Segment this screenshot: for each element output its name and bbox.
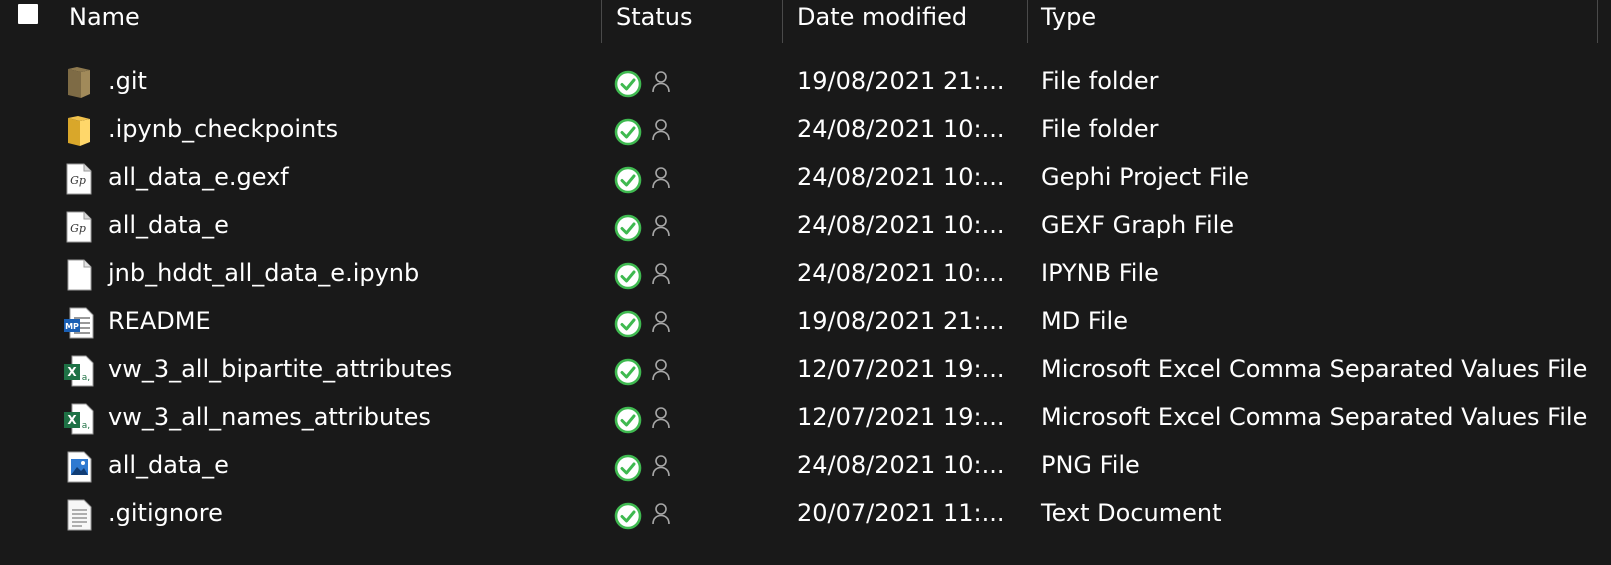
file-name[interactable]: README <box>108 306 211 336</box>
file-row[interactable]: all_data_e 24/08/2021 10:... PNG File <box>0 444 1611 492</box>
text-file-icon <box>64 498 94 532</box>
date-modified: 19/08/2021 21:... <box>797 67 1005 95</box>
file-name[interactable]: .git <box>108 66 147 96</box>
sync-status-icon <box>614 70 642 98</box>
svg-text:MP: MP <box>65 322 79 331</box>
sync-status-icon <box>614 166 642 194</box>
date-modified: 24/08/2021 10:... <box>797 163 1005 191</box>
markdown-file-icon: MP <box>64 306 94 340</box>
date-modified: 20/07/2021 11:... <box>797 499 1005 527</box>
column-header-type[interactable]: Type <box>1041 2 1096 32</box>
file-name[interactable]: .gitignore <box>108 498 223 528</box>
file-list: .git 19/08/2021 21:... File folder .ipyn… <box>0 60 1611 540</box>
file-row[interactable]: a, X vw_3_all_names_attributes 12/07/2021… <box>0 396 1611 444</box>
sync-status-icon <box>614 502 642 530</box>
folder-icon <box>64 114 94 148</box>
date-modified: 24/08/2021 10:... <box>797 211 1005 239</box>
shared-person-icon <box>650 166 672 190</box>
file-type: IPYNB File <box>1041 259 1159 287</box>
date-modified: 19/08/2021 21:... <box>797 307 1005 335</box>
shared-person-icon <box>650 454 672 478</box>
file-type: Microsoft Excel Comma Separated Values F… <box>1041 355 1588 383</box>
sync-status-icon <box>614 406 642 434</box>
date-modified: 12/07/2021 19:... <box>797 403 1005 431</box>
file-row[interactable]: .git 19/08/2021 21:... File folder <box>0 60 1611 108</box>
sync-status-icon <box>614 214 642 242</box>
date-modified: 24/08/2021 10:... <box>797 451 1005 479</box>
svg-text:a,: a, <box>82 421 90 431</box>
excel-csv-icon: a, X <box>64 402 94 436</box>
file-type: Microsoft Excel Comma Separated Values F… <box>1041 403 1588 431</box>
column-header-status[interactable]: Status <box>616 2 692 32</box>
file-row[interactable]: Gp all_data_e.gexf 24/08/2021 10:... Gep… <box>0 156 1611 204</box>
column-header-name[interactable]: Name <box>69 2 140 32</box>
file-name[interactable]: vw_3_all_names_attributes <box>108 402 431 432</box>
file-name[interactable]: .ipynb_checkpoints <box>108 114 338 144</box>
svg-text:X: X <box>67 365 77 379</box>
file-type: File folder <box>1041 67 1159 95</box>
date-modified: 24/08/2021 10:... <box>797 115 1005 143</box>
file-type: PNG File <box>1041 451 1140 479</box>
file-row[interactable]: .ipynb_checkpoints 24/08/2021 10:... Fil… <box>0 108 1611 156</box>
column-header-date-modified[interactable]: Date modified <box>797 2 967 32</box>
sync-status-icon <box>614 118 642 146</box>
file-type: Gephi Project File <box>1041 163 1250 191</box>
file-type: MD File <box>1041 307 1128 335</box>
svg-text:Gp: Gp <box>70 222 86 235</box>
column-header-bar: Name Status Date modified Type <box>0 0 1611 43</box>
excel-csv-icon: a, X <box>64 354 94 388</box>
column-divider[interactable] <box>601 0 602 43</box>
folder-dark-icon <box>64 66 94 100</box>
column-divider[interactable] <box>1597 0 1598 43</box>
shared-person-icon <box>650 70 672 94</box>
image-file-icon <box>64 450 94 484</box>
file-name[interactable]: all_data_e <box>108 210 229 240</box>
date-modified: 24/08/2021 10:... <box>797 259 1005 287</box>
sync-status-icon <box>614 262 642 290</box>
file-row[interactable]: Gp all_data_e 24/08/2021 10:... GEXF Gra… <box>0 204 1611 252</box>
file-type: GEXF Graph File <box>1041 211 1235 239</box>
gephi-icon: Gp <box>64 162 94 196</box>
select-all-checkbox[interactable] <box>18 4 38 24</box>
shared-person-icon <box>650 118 672 142</box>
svg-text:a,: a, <box>82 373 90 383</box>
sync-status-icon <box>614 310 642 338</box>
column-divider[interactable] <box>782 0 783 43</box>
shared-person-icon <box>650 358 672 382</box>
file-name[interactable]: all_data_e.gexf <box>108 162 289 192</box>
shared-person-icon <box>650 262 672 286</box>
shared-person-icon <box>650 214 672 238</box>
blank-file-icon <box>64 258 94 292</box>
sync-status-icon <box>614 454 642 482</box>
file-row[interactable]: .gitignore 20/07/2021 11:... Text Docume… <box>0 492 1611 540</box>
file-row[interactable]: MP README 19/08/2021 21:... MD File <box>0 300 1611 348</box>
file-name[interactable]: all_data_e <box>108 450 229 480</box>
file-name[interactable]: jnb_hddt_all_data_e.ipynb <box>108 258 419 288</box>
shared-person-icon <box>650 502 672 526</box>
gephi-icon: Gp <box>64 210 94 244</box>
column-divider[interactable] <box>1027 0 1028 43</box>
shared-person-icon <box>650 406 672 430</box>
file-row[interactable]: jnb_hddt_all_data_e.ipynb 24/08/2021 10:… <box>0 252 1611 300</box>
svg-text:Gp: Gp <box>70 174 86 187</box>
sync-status-icon <box>614 358 642 386</box>
file-type: File folder <box>1041 115 1159 143</box>
shared-person-icon <box>650 310 672 334</box>
file-type: Text Document <box>1041 499 1222 527</box>
date-modified: 12/07/2021 19:... <box>797 355 1005 383</box>
file-row[interactable]: a, X vw_3_all_bipartite_attributes 12/07/… <box>0 348 1611 396</box>
file-name[interactable]: vw_3_all_bipartite_attributes <box>108 354 452 384</box>
svg-text:X: X <box>67 413 77 427</box>
